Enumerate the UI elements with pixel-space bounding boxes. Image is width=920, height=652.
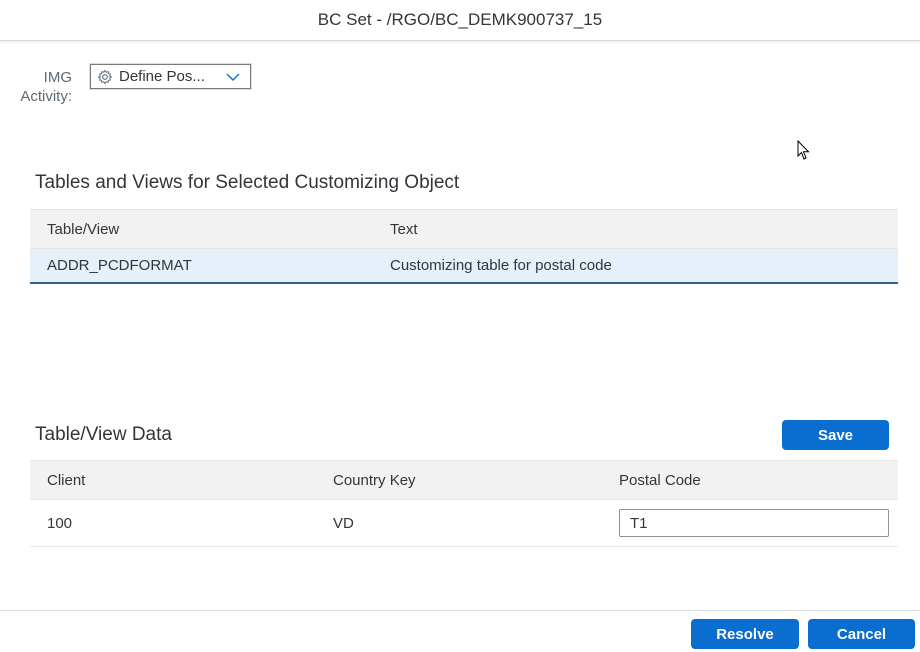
- column-header-client: Client: [47, 471, 86, 489]
- img-activity-label: IMG Activity:: [14, 68, 72, 106]
- dialog-header: BC Set - /RGO/BC_DEMK900737_15: [0, 0, 920, 41]
- footer-divider: [0, 610, 920, 611]
- column-header-text: Text: [390, 220, 418, 238]
- img-activity-label-line2: Activity:: [20, 88, 72, 105]
- save-button[interactable]: Save: [782, 420, 889, 450]
- tables-views-table: Table/View Text ADDR_PCDFORMAT Customizi…: [30, 209, 898, 284]
- resolve-button[interactable]: Resolve: [691, 619, 799, 649]
- column-header-table-view: Table/View: [47, 220, 120, 238]
- table-row: 100 VD: [30, 500, 898, 547]
- cell-country-key: VD: [333, 514, 354, 532]
- img-activity-select[interactable]: Define Pos...: [90, 64, 251, 89]
- cell-text: Customizing table for postal code: [390, 257, 612, 274]
- cell-postal-code: [603, 509, 898, 537]
- column-header-country-key: Country Key: [333, 471, 416, 489]
- chevron-down-icon[interactable]: [224, 69, 242, 85]
- img-activity-value: Define Pos...: [119, 68, 205, 85]
- cancel-button[interactable]: Cancel: [808, 619, 915, 649]
- img-activity-label-line1: IMG: [43, 69, 72, 86]
- data-section-title: Table/View Data: [35, 424, 172, 445]
- table-header-row: Table/View Text: [30, 209, 898, 249]
- cell-client: 100: [47, 514, 73, 532]
- cell-table-view: ADDR_PCDFORMAT: [47, 257, 192, 274]
- postal-code-input[interactable]: [619, 509, 889, 537]
- gear-icon: [97, 69, 113, 85]
- dialog-title: BC Set - /RGO/BC_DEMK900737_15: [317, 10, 603, 29]
- tables-section-title: Tables and Views for Selected Customizin…: [35, 172, 460, 193]
- table-header-row: Client Country Key Postal Code: [30, 460, 898, 500]
- table-row[interactable]: ADDR_PCDFORMAT Customizing table for pos…: [30, 249, 898, 284]
- mouse-cursor-icon: [797, 139, 811, 162]
- column-header-postal-code: Postal Code: [619, 471, 701, 489]
- table-view-data-table: Client Country Key Postal Code 100 VD: [30, 460, 898, 547]
